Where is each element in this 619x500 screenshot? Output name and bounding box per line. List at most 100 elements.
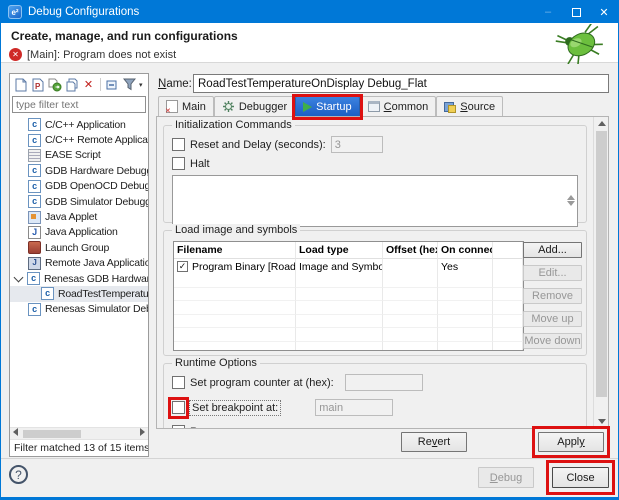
tree-item-renesas-simulator[interactable]: Renesas Simulator Debuggin <box>10 302 148 317</box>
c-application-icon <box>28 303 41 316</box>
export-configuration-icon[interactable] <box>47 77 62 92</box>
maximize-button[interactable] <box>562 1 590 23</box>
debug-bug-icon <box>550 24 608 64</box>
c-application-icon <box>27 272 40 285</box>
tree-item-remote-java[interactable]: Remote Java Application <box>10 256 148 271</box>
c-application-icon <box>28 134 41 147</box>
tree-item-gdb-simulator[interactable]: GDB Simulator Debugging ( <box>10 194 148 209</box>
scroll-right-icon[interactable] <box>137 428 148 440</box>
scroll-up-icon[interactable] <box>594 117 609 130</box>
name-input[interactable] <box>193 74 609 93</box>
table-row[interactable]: ✓Program Binary [RoadT... Image and Symb… <box>174 259 523 274</box>
debug-button[interactable]: Debug <box>478 467 534 488</box>
set-program-counter-label: Set program counter at (hex): <box>190 377 334 389</box>
horizontal-scrollbar[interactable] <box>10 427 148 439</box>
scrollbar-thumb[interactable] <box>23 430 81 438</box>
edit-button[interactable]: Edit... <box>523 265 582 281</box>
empty-table-row <box>174 301 523 315</box>
sidebar-toolbar: P ✕ ▾ <box>10 74 148 95</box>
tab-source[interactable]: Source <box>436 96 503 116</box>
expander-chevron-icon[interactable] <box>14 272 24 282</box>
debugger-gear-icon <box>222 100 235 113</box>
filter-input[interactable] <box>12 96 146 113</box>
duplicate-icon[interactable] <box>64 77 79 92</box>
tree-item-cpp-application[interactable]: C/C++ Application <box>10 117 148 132</box>
tab-bar: Main Debugger Startup Common Source <box>158 95 503 116</box>
remove-button[interactable]: Remove <box>523 288 582 304</box>
move-up-button[interactable]: Move up <box>523 311 582 327</box>
load-image-table[interactable]: Filename Load type Offset (hex) On conne… <box>173 241 524 351</box>
tree-item-launch-group[interactable]: Launch Group <box>10 240 148 255</box>
table-header-row: Filename Load type Offset (hex) On conne… <box>174 242 523 259</box>
close-button[interactable]: Close <box>552 467 609 488</box>
play-icon <box>303 102 312 112</box>
scroll-down-icon[interactable] <box>594 415 609 428</box>
scroll-up-icon[interactable] <box>567 178 575 196</box>
column-header[interactable]: Filename <box>174 242 296 259</box>
tree-item-java-application[interactable]: Java Application <box>10 225 148 240</box>
dialog-header: Create, manage, and run configurations ✕… <box>1 23 618 63</box>
collapse-all-icon[interactable] <box>105 77 120 92</box>
set-program-counter-checkbox[interactable] <box>172 376 185 389</box>
tree-item-java-applet[interactable]: Java Applet <box>10 209 148 224</box>
reset-and-delay-checkbox[interactable] <box>172 138 185 151</box>
tree-item-cpp-remote[interactable]: C/C++ Remote Application <box>10 132 148 147</box>
java-applet-icon <box>28 211 41 224</box>
minimize-button[interactable]: – <box>534 1 562 23</box>
partial-checkbox[interactable] <box>172 425 185 429</box>
tree-item-ease-script[interactable]: EASE Script <box>10 148 148 163</box>
set-breakpoint-label: Set breakpoint at: <box>190 401 280 415</box>
c-application-icon <box>41 287 54 300</box>
new-prototype-icon[interactable]: P <box>30 77 45 92</box>
launch-group-icon <box>28 241 41 254</box>
move-down-button[interactable]: Move down <box>523 333 582 349</box>
runtime-options-group: Runtime Options Set program counter at (… <box>163 363 587 429</box>
tab-common[interactable]: Common <box>360 96 437 116</box>
remote-java-icon <box>28 257 41 270</box>
reset-delay-input[interactable] <box>331 136 383 153</box>
help-button[interactable]: ? <box>9 465 28 484</box>
halt-checkbox[interactable] <box>172 157 185 170</box>
empty-table-row <box>174 274 523 288</box>
add-button[interactable]: Add... <box>523 242 582 258</box>
breakpoint-input[interactable] <box>315 399 393 416</box>
tree-item-gdb-openocd[interactable]: GDB OpenOCD Debugging <box>10 179 148 194</box>
vertical-scrollbar[interactable] <box>593 117 608 428</box>
set-breakpoint-checkbox[interactable] <box>172 401 185 414</box>
column-header[interactable]: On connect <box>438 242 493 259</box>
toolbar-separator <box>100 78 101 91</box>
tree-item-renesas-gdb-hardware[interactable]: Renesas GDB Hardware Deb <box>10 271 148 286</box>
page-title: Create, manage, and run configurations <box>1 23 618 43</box>
filter-icon[interactable] <box>122 77 137 92</box>
c-application-icon <box>28 164 41 177</box>
revert-button[interactable]: Revert <box>401 432 467 452</box>
c-application-icon <box>28 118 41 131</box>
apply-button[interactable]: Apply <box>538 432 604 452</box>
row-checkbox[interactable]: ✓ <box>177 261 188 272</box>
scroll-left-icon[interactable] <box>10 428 21 440</box>
tab-main[interactable]: Main <box>158 96 214 116</box>
init-commands-textarea[interactable] <box>172 175 578 227</box>
empty-table-row <box>174 288 523 302</box>
configuration-tree: C/C++ Application C/C++ Remote Applicati… <box>10 115 148 427</box>
new-configuration-icon[interactable] <box>13 77 28 92</box>
source-tab-icon <box>444 101 456 113</box>
column-header[interactable]: Load type <box>296 242 383 259</box>
empty-table-row <box>174 328 523 342</box>
script-icon <box>28 149 41 162</box>
scrollbar-thumb[interactable] <box>596 131 607 397</box>
scroll-down-icon[interactable] <box>567 206 575 224</box>
window-title: Debug Configurations <box>28 6 534 18</box>
tab-debugger[interactable]: Debugger <box>214 96 295 116</box>
close-window-button[interactable]: ✕ <box>590 1 618 23</box>
empty-table-row <box>174 315 523 329</box>
tab-startup[interactable]: Startup <box>295 96 359 116</box>
column-header[interactable]: Offset (hex) <box>383 242 438 259</box>
program-counter-input[interactable] <box>345 374 423 391</box>
tree-item-gdb-hardware[interactable]: GDB Hardware Debugging <box>10 163 148 178</box>
delete-icon[interactable]: ✕ <box>81 77 96 92</box>
c-application-icon <box>28 195 41 208</box>
partial-label: R <box>190 426 198 430</box>
tree-item-roadtest-config[interactable]: RoadTestTemperatureOnl <box>10 286 148 301</box>
dropdown-caret-icon[interactable]: ▾ <box>139 81 145 89</box>
